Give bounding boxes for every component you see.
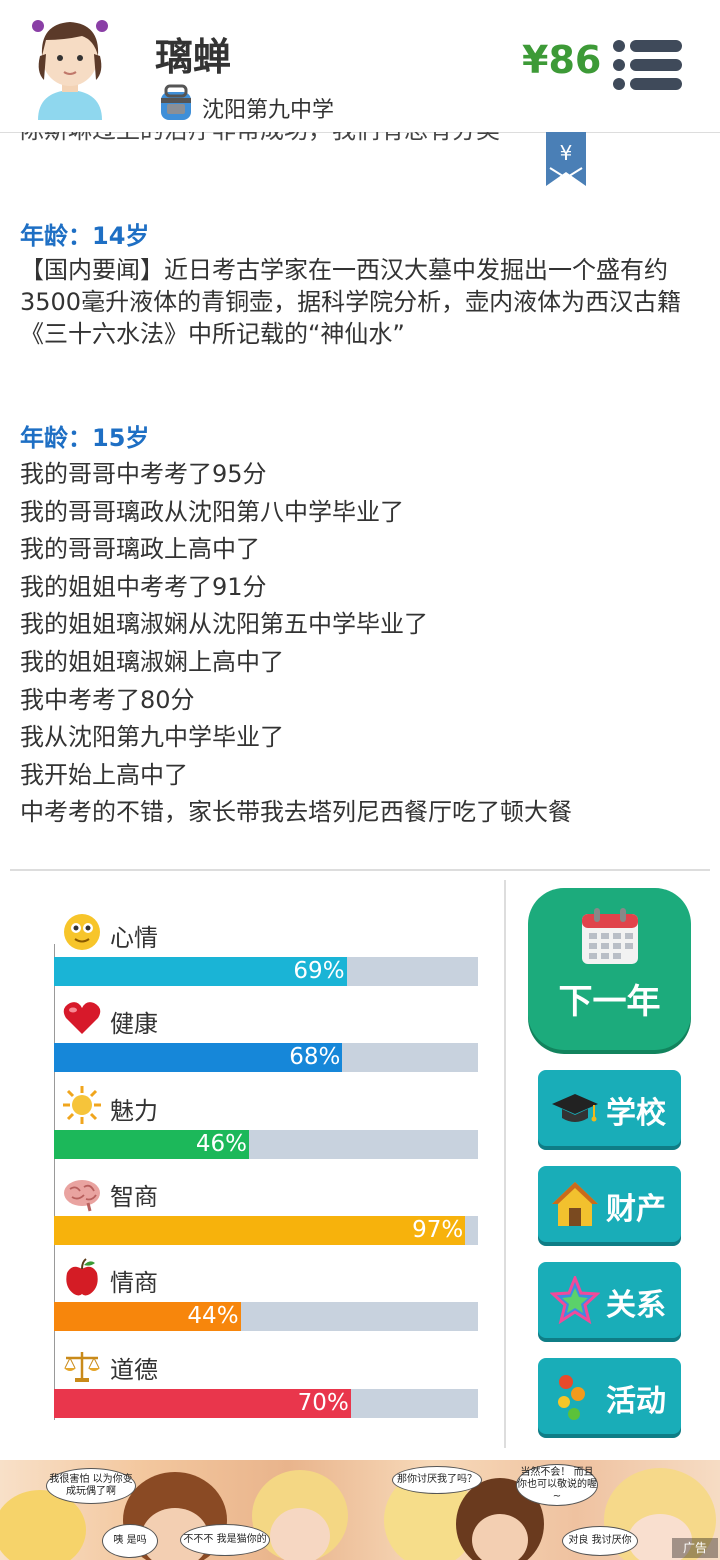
stat-bar: 69% xyxy=(54,957,478,986)
log-cut-line: 陈斯琳过上的治疗非常成功，我们有总有分类 xyxy=(20,132,500,145)
scales-icon xyxy=(64,1352,100,1382)
bookmark-icon[interactable]: ¥ xyxy=(546,132,586,186)
stat-percent: 97% xyxy=(412,1217,464,1243)
player-name: 璃蝉 xyxy=(155,35,232,79)
stat-bar-fill: 69% xyxy=(54,957,347,986)
stat-bar-fill: 68% xyxy=(54,1043,343,1072)
section-divider xyxy=(10,869,710,871)
relations-button[interactable]: 关系 xyxy=(538,1262,681,1338)
stat-label: 健康 xyxy=(110,1010,158,1038)
avatar[interactable] xyxy=(24,10,116,120)
next-year-label: 下一年 xyxy=(558,982,661,1022)
age-heading: 年龄：15岁 xyxy=(20,424,150,452)
school-label: 学校 xyxy=(606,1096,666,1131)
stat-bar: 70% xyxy=(54,1389,478,1418)
sun-icon xyxy=(63,1086,101,1124)
calendar-icon xyxy=(582,908,638,964)
heart-icon xyxy=(63,1002,101,1034)
stat-bar-fill: 46% xyxy=(54,1130,250,1159)
stat-bar-fill: 97% xyxy=(54,1216,466,1245)
ad-badge[interactable]: 广告 xyxy=(672,1538,718,1558)
stat-percent: 70% xyxy=(297,1390,349,1416)
activity-dots-icon xyxy=(558,1375,585,1420)
stat-percent: 44% xyxy=(187,1303,239,1329)
ad-bubble: 那你讨厌我了吗？ xyxy=(392,1466,482,1494)
graduation-cap-icon xyxy=(552,1094,598,1122)
ad-bubble: 我很害怕 以为你变成玩偶了啊 xyxy=(46,1468,136,1504)
stat-label: 情商 xyxy=(110,1269,158,1297)
smiley-icon xyxy=(64,914,100,950)
event-line: 我中考考了80分 xyxy=(20,685,195,714)
stat-bar: 44% xyxy=(54,1302,478,1331)
news-line: 【国内要闻】近日考古学家在一西汉大墓中发掘出一个盛有约3500毫升液体的青铜壶，… xyxy=(20,256,682,348)
activities-button[interactable]: 活动 xyxy=(538,1358,681,1434)
stat-bar: 97% xyxy=(54,1216,478,1245)
stat-bar: 46% xyxy=(54,1130,478,1159)
money-amount: ¥86 xyxy=(522,38,602,82)
stat-percent: 69% xyxy=(293,958,345,984)
event-line: 中考考的不错，家长带我去塔列尼西餐厅吃了顿大餐 xyxy=(20,798,572,827)
event-line: 我的哥哥中考考了95分 xyxy=(20,460,267,488)
stat-percent: 46% xyxy=(195,1131,248,1157)
backpack-icon xyxy=(161,84,191,120)
bookmark-symbol: ¥ xyxy=(560,141,573,165)
panel-divider xyxy=(504,880,506,1448)
ad-bubble: 对良 我讨厌你 xyxy=(562,1526,638,1556)
stats-axis xyxy=(54,944,55,1420)
profile-header: 璃蝉 沈阳第九中学 ¥86 xyxy=(0,0,720,133)
property-button[interactable]: 财产 xyxy=(538,1166,681,1242)
ad-bubble: 不不不 我是猫你的 xyxy=(180,1524,270,1556)
ad-bubble: 当然不会！ 而且你也可以敬说的喔~ xyxy=(516,1464,598,1506)
stat-label: 智商 xyxy=(110,1183,158,1211)
apple-icon xyxy=(66,1258,98,1296)
age-heading: 年龄：14岁 xyxy=(20,222,150,250)
life-log[interactable]: 陈斯琳过上的治疗非常成功，我们有总有分类 ¥ 年龄：14岁 【国内要闻】近日考古… xyxy=(0,132,720,870)
event-line: 我的姐姐中考考了91分 xyxy=(20,572,267,601)
school-button[interactable]: 学校 xyxy=(538,1070,681,1146)
event-line: 我的哥哥璃政上高中了 xyxy=(20,535,260,564)
stat-label: 魅力 xyxy=(110,1097,158,1125)
activities-label: 活动 xyxy=(606,1384,666,1419)
stat-label: 心情 xyxy=(110,924,158,952)
ad-banner[interactable]: 我很害怕 以为你变成玩偶了啊 咦 是吗 不不不 我是猫你的 那你讨厌我了吗？ 当… xyxy=(0,1460,720,1560)
stat-bar: 68% xyxy=(54,1043,478,1072)
log-entry-14: 年龄：14岁 【国内要闻】近日考古学家在一西汉大墓中发掘出一个盛有约3500毫升… xyxy=(20,218,704,350)
stat-percent: 68% xyxy=(289,1044,341,1070)
stat-bar-fill: 44% xyxy=(54,1302,241,1331)
next-year-button[interactable]: 下一年 xyxy=(528,888,691,1050)
star-icon xyxy=(550,1276,600,1324)
school-name: 沈阳第九中学 xyxy=(202,98,335,123)
event-line: 我从沈阳第九中学毕业了 xyxy=(20,723,284,752)
brain-icon xyxy=(64,1180,100,1212)
relations-label: 关系 xyxy=(606,1288,666,1323)
stat-label: 道德 xyxy=(110,1356,158,1384)
menu-icon[interactable] xyxy=(612,38,684,92)
event-line: 我的姐姐璃淑娴上高中了 xyxy=(20,647,284,676)
property-label: 财产 xyxy=(606,1192,666,1227)
log-entry-15: 年龄：15岁 我的哥哥中考考了95分 我的哥哥璃政从沈阳第八中学毕业了 我的哥哥… xyxy=(20,420,704,832)
stat-bar-fill: 70% xyxy=(54,1389,351,1418)
event-line: 我的哥哥璃政从沈阳第八中学毕业了 xyxy=(20,497,404,526)
event-line: 我的姐姐璃淑娴从沈阳第五中学毕业了 xyxy=(20,610,428,639)
event-line: 我开始上高中了 xyxy=(20,760,188,789)
ad-bubble: 咦 是吗 xyxy=(102,1524,158,1558)
house-icon xyxy=(552,1182,598,1226)
